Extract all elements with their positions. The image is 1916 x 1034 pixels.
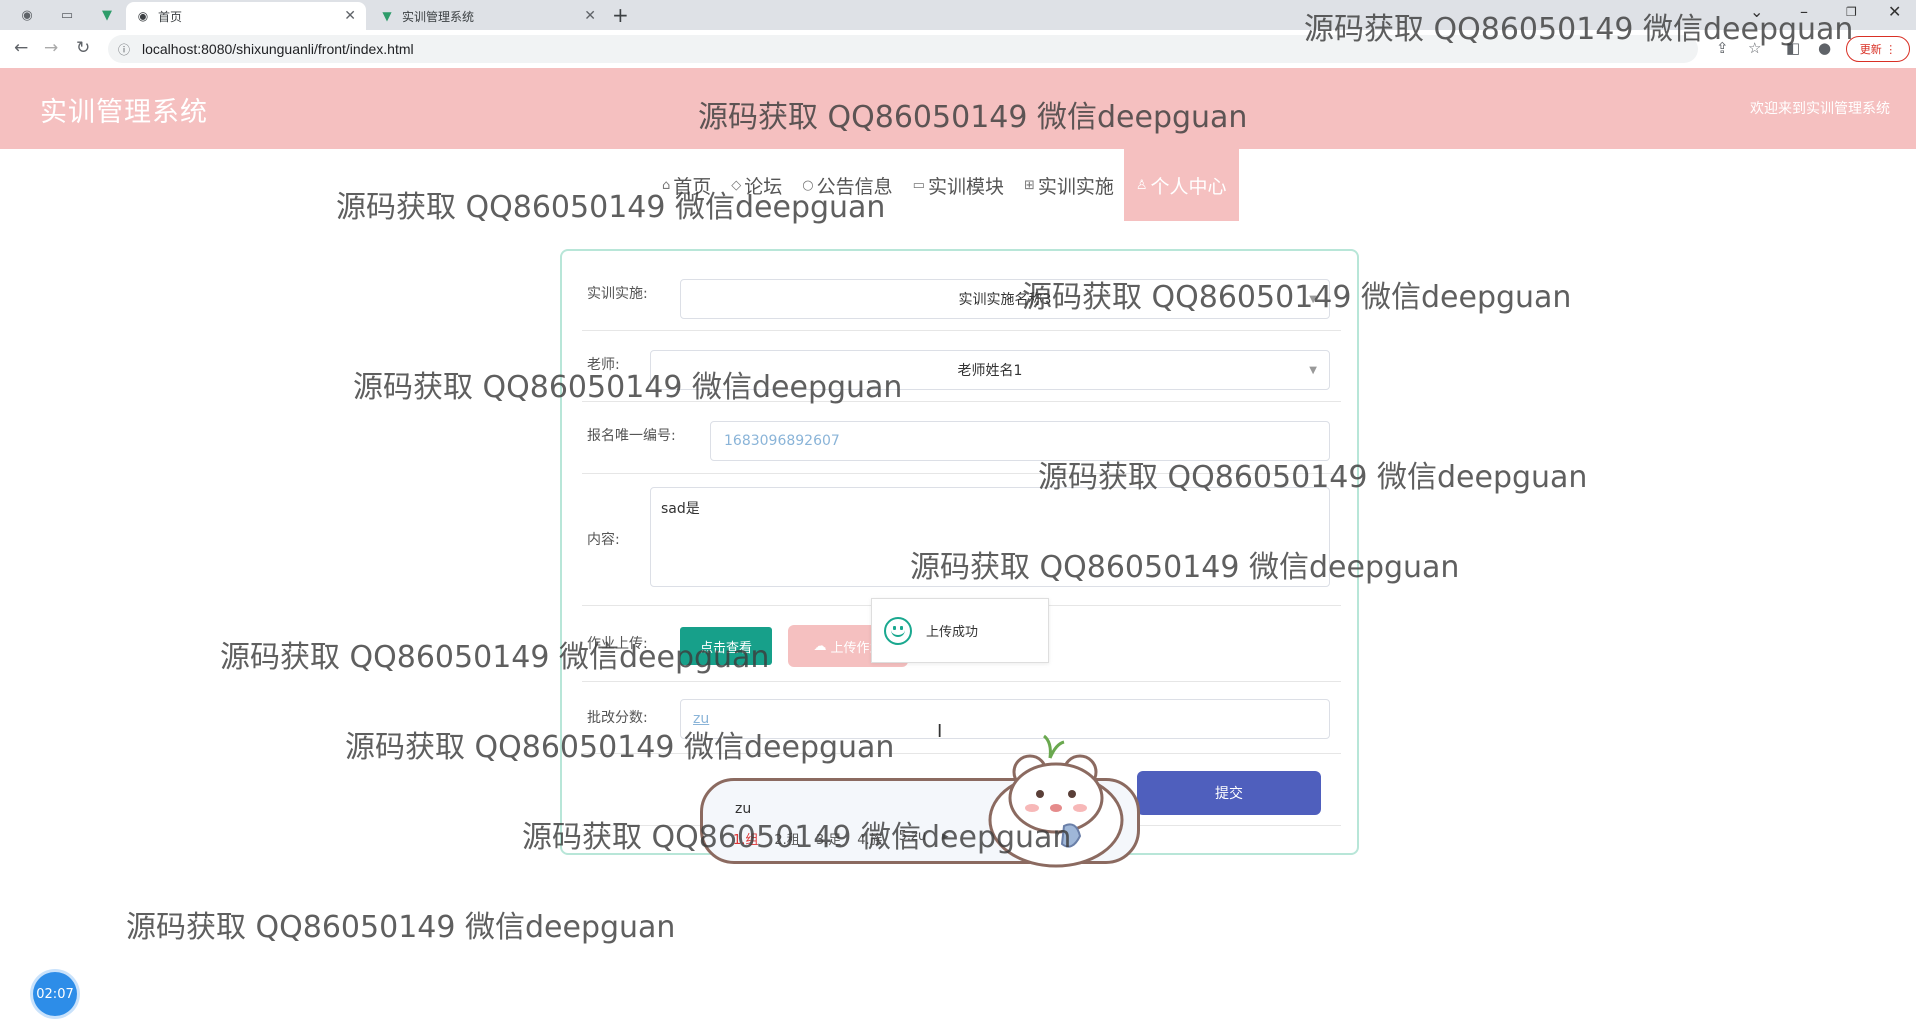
pinned-tab-blank[interactable]: ▭ [52, 4, 82, 26]
teacher-label: 老师: [587, 357, 620, 373]
content-textarea[interactable]: sad是 [650, 487, 1330, 587]
nav-label: 公告信息 [816, 175, 893, 198]
back-icon[interactable]: ← [14, 38, 28, 58]
close-icon[interactable]: ✕ [344, 8, 356, 24]
tab-label: 实训管理系统 [402, 9, 475, 24]
cloud-upload-icon: ☁ [813, 638, 827, 654]
tab-training-system[interactable]: ▼ 实训管理系统 ✕ [370, 2, 606, 30]
chevron-right-icon[interactable]: ▸ [942, 829, 949, 848]
site-header: 实训管理系统 欢迎来到实训管理系统 [0, 68, 1916, 149]
close-window-icon[interactable]: ✕ [1888, 2, 1901, 21]
address-bar: ← → ↻ ⓘ localhost:8080/shixunguanli/fron… [0, 30, 1916, 69]
form-row-content: 内容: sad是 [582, 473, 1341, 606]
nav-label: 实训模块 [927, 175, 1004, 198]
nav-home[interactable]: ⌂ 首页 [652, 149, 721, 221]
grid-icon: ⊞ [1023, 177, 1035, 193]
ime-mascot-icon [988, 734, 1124, 868]
profile-icon[interactable]: ● [1818, 39, 1831, 57]
regno-field[interactable]: 1683096892607 [710, 421, 1330, 461]
chevron-down-icon[interactable]: ⌄ [1750, 2, 1763, 21]
chevron-down-icon: ▼ [1309, 293, 1317, 305]
content-value: sad是 [661, 501, 700, 517]
form-row-score: 批改分数: zu [582, 681, 1341, 754]
text-cursor-icon: I [937, 721, 943, 742]
view-button[interactable]: 点击查看 [680, 627, 772, 665]
star-icon[interactable]: ☆ [1748, 39, 1761, 57]
submit-label: 提交 [1215, 786, 1243, 802]
share-icon[interactable]: ⇪ [1716, 39, 1729, 57]
timer-badge[interactable]: 02:07 [33, 972, 77, 1016]
ime-candidate[interactable]: 1.组 [733, 829, 758, 848]
pinned-tab-chrome[interactable]: ◉ [12, 4, 42, 26]
forward-icon[interactable]: → [44, 38, 58, 58]
nav-label: 首页 [673, 175, 712, 198]
score-label: 批改分数: [587, 710, 648, 726]
watermark-text: 源码获取 QQ86050149 微信deepguan [126, 910, 676, 945]
training-label: 实训实施: [587, 286, 648, 302]
pinned-tab-vue[interactable]: ▼ [92, 4, 122, 26]
globe-icon: ◉ [21, 7, 33, 23]
restore-icon[interactable]: ❐ [1846, 5, 1857, 19]
submit-button[interactable]: 提交 [1137, 771, 1321, 815]
form-row-teacher: 老师: 老师姓名1 ▼ [582, 330, 1341, 402]
nav-bulletin[interactable]: ○ 公告信息 [792, 149, 902, 221]
sidepanel-icon[interactable]: ◧ [1786, 39, 1800, 57]
form-row-training: 实训实施: 实训实施名称3 ▼ [582, 261, 1341, 331]
update-button[interactable]: 更新 ⋮ [1846, 36, 1910, 62]
welcome-text: 欢迎来到实训管理系统 [1750, 101, 1890, 117]
chevron-down-icon: ▼ [1309, 364, 1317, 376]
page-icon: ▭ [60, 7, 74, 23]
vue-icon: ▼ [102, 7, 112, 23]
training-value: 实训实施名称3 [958, 292, 1052, 308]
nav-label: 论坛 [744, 175, 783, 198]
url-field[interactable]: ⓘ localhost:8080/shixunguanli/front/inde… [108, 35, 1698, 63]
regno-label: 报名唯一编号: [587, 428, 676, 444]
tag-icon: ◇ [731, 177, 742, 193]
teacher-value: 老师姓名1 [957, 363, 1023, 379]
new-tab-button[interactable]: + [612, 3, 629, 27]
content-label: 内容: [587, 532, 620, 548]
browser-tabstrip: ◉ ▭ ▼ ◉ 首页 ✕ ▼ 实训管理系统 ✕ + ⌄ – ❐ ✕ [0, 0, 1916, 30]
book-icon: ▭ [912, 177, 925, 193]
training-select[interactable]: 实训实施名称3 ▼ [680, 279, 1330, 319]
site-title: 实训管理系统 [40, 97, 208, 128]
teacher-select[interactable]: 老师姓名1 ▼ [650, 350, 1330, 390]
ime-candidate[interactable]: 4.族 [857, 829, 882, 848]
url-text: localhost:8080/shixunguanli/front/index.… [142, 41, 414, 57]
ime-composition: zu [735, 801, 752, 817]
info-icon[interactable]: ⓘ [118, 41, 134, 58]
smile-icon [884, 616, 912, 645]
reload-icon[interactable]: ↻ [76, 38, 90, 58]
nav-training-module[interactable]: ▭ 实训模块 [903, 149, 1014, 221]
nav-label: 个人中心 [1150, 175, 1227, 198]
user-icon: ♙ [1135, 177, 1148, 193]
minimize-icon[interactable]: – [1800, 2, 1808, 21]
toast-text: 上传成功 [926, 625, 979, 640]
view-label: 点击查看 [699, 640, 752, 656]
tab-label: 首页 [158, 9, 183, 24]
nav-label: 实训实施 [1037, 175, 1114, 198]
ime-candidate[interactable]: 5.zu [899, 829, 926, 848]
nav-personal-center[interactable]: ♙ 个人中心 [1123, 149, 1239, 221]
score-value: zu [693, 711, 710, 727]
regno-value: 1683096892607 [724, 433, 840, 449]
bulletin-icon: ○ [802, 177, 814, 193]
ime-candidate[interactable]: 2.租 [774, 829, 799, 848]
ime-candidate-list: 1.组 2.租 3.足 4.族 5.zu ▸ [733, 829, 949, 848]
main-nav: ⌂ 首页 ◇ 论坛 ○ 公告信息 ▭ 实训模块 ⊞ 实训实施 ♙ 个人中心 [652, 149, 1239, 221]
form-row-regno: 报名唯一编号: 1683096892607 [582, 401, 1341, 474]
nav-training-implement[interactable]: ⊞ 实训实施 [1014, 149, 1124, 221]
success-toast: 上传成功 [871, 598, 1049, 663]
upload-label: 作业上传: [587, 636, 648, 652]
ime-candidate[interactable]: 3.足 [816, 829, 841, 848]
vue-icon: ▼ [382, 9, 392, 23]
home-icon: ⌂ [662, 177, 671, 193]
homework-form: 实训实施: 实训实施名称3 ▼ 老师: 老师姓名1 ▼ 报名唯一编号: 1683… [560, 249, 1359, 855]
globe-icon: ◉ [137, 9, 149, 23]
tab-home[interactable]: ◉ 首页 ✕ [126, 2, 366, 30]
update-label: 更新 [1859, 43, 1882, 56]
close-icon[interactable]: ✕ [584, 8, 596, 24]
nav-forum[interactable]: ◇ 论坛 [721, 149, 792, 221]
